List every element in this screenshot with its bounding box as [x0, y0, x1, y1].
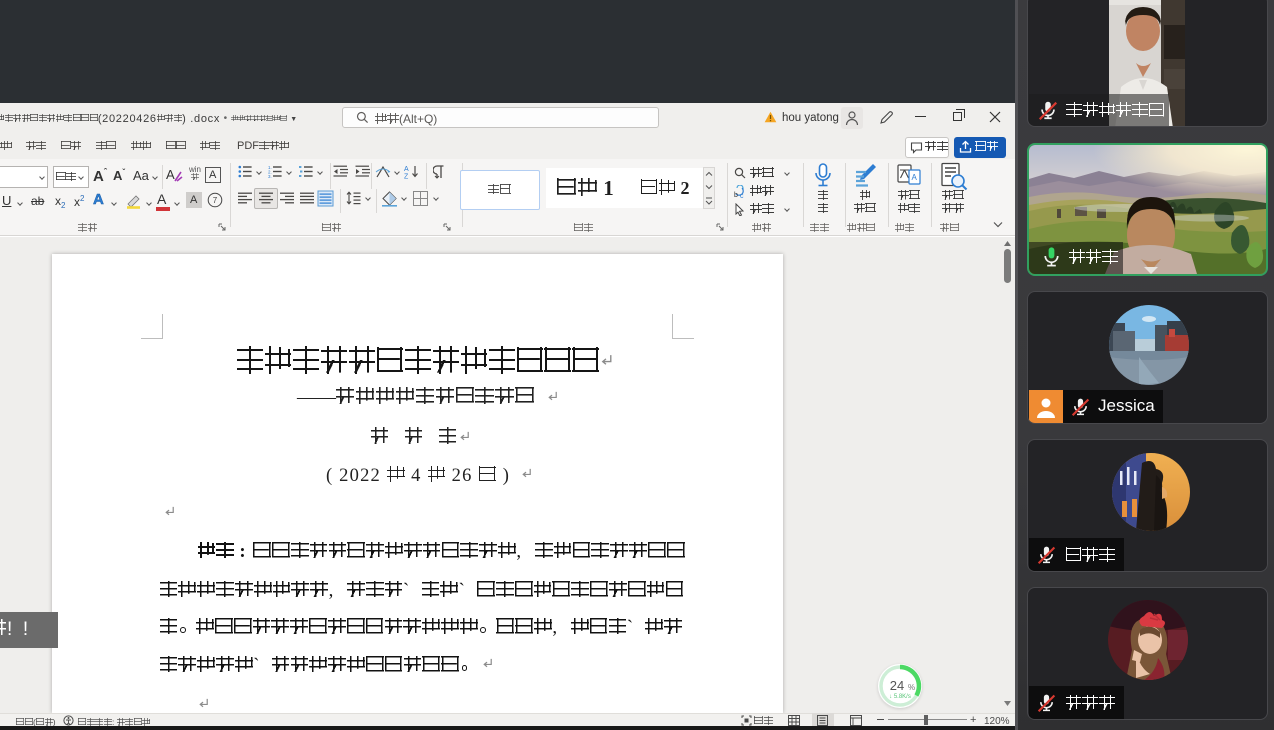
svg-text:A: A — [404, 166, 409, 173]
svg-text:3.: 3. — [268, 174, 272, 178]
svg-text:b: b — [734, 192, 738, 198]
svg-text:7: 7 — [213, 196, 218, 205]
svg-text:c: c — [740, 193, 744, 198]
svg-text:A: A — [912, 173, 918, 182]
svg-text:Z: Z — [404, 174, 409, 180]
svg-text:%: % — [908, 683, 915, 692]
svg-text:24: 24 — [890, 678, 904, 693]
svg-text:↓ 5.8K/s: ↓ 5.8K/s — [889, 694, 911, 700]
